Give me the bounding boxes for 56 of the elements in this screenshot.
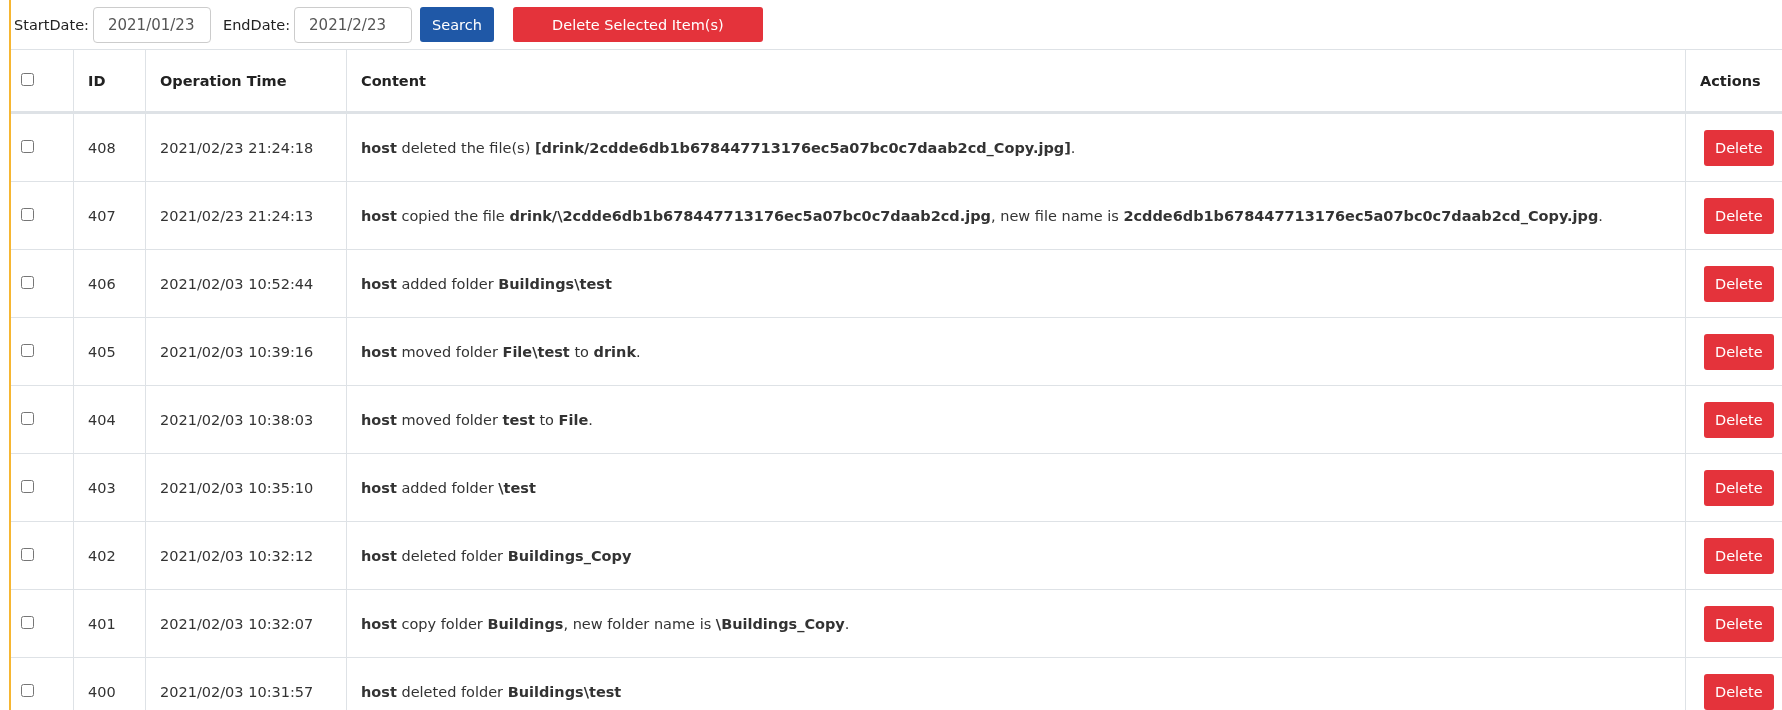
id-cell: 407 [88,207,116,224]
row-checkbox[interactable] [21,343,34,357]
id-cell: 402 [88,547,116,564]
row-checkbox[interactable] [21,479,34,493]
column-header: Operation Time [160,72,287,89]
content-cell: host added folder Buildings\test [361,275,612,292]
delete-button[interactable]: Delete [1704,197,1774,234]
select-all-checkbox[interactable] [21,72,34,86]
id-cell: 400 [88,683,116,700]
time-cell: 2021/02/03 10:38:03 [160,411,314,428]
time-cell: 2021/02/03 10:31:57 [160,683,314,700]
column-header: ID [88,72,106,89]
id-cell: 405 [88,343,116,360]
delete-button[interactable]: Delete [1704,605,1774,642]
delete-button[interactable]: Delete [1704,673,1774,710]
content-cell: host deleted folder Buildings_Copy [361,547,632,564]
id-cell: 408 [88,139,116,156]
row-checkbox[interactable] [21,547,34,561]
row-checkbox[interactable] [21,275,34,289]
id-cell: 403 [88,479,116,496]
content-cell: host added folder \test [361,479,536,496]
content-cell: host moved folder test to File. [361,411,593,428]
content-cell: host deleted the file(s) [drink/2cdde6db1b678447713176ec5a07bc0c7daab2cd_Copy.jpg]. [361,139,1076,156]
time-cell: 2021/02/23 21:24:13 [160,207,314,224]
time-cell: 2021/02/03 10:32:12 [160,547,314,564]
row-checkbox[interactable] [21,683,34,697]
content-cell: host deleted folder Buildings\test [361,683,622,700]
id-cell: 404 [88,411,116,428]
delete-button[interactable]: Delete [1704,333,1774,370]
delete-button[interactable]: Delete [1704,129,1774,166]
row-checkbox[interactable] [21,615,34,629]
content-cell: host moved folder File\test to drink. [361,343,641,360]
delete-button[interactable]: Delete [1704,401,1774,438]
content-cell: host copied the file drink/\2cdde6db1b678447713176ec5a07bc0c7daab2cd.jpg, new file name is 2cdde6db1b678447713176ec5a07bc0c7daab2cd_Copy.jpg. [361,207,1603,224]
delete-selected-button[interactable]: Delete Selected Item(s) [512,7,763,42]
column-header: Actions [1700,72,1761,89]
id-cell: 401 [88,615,116,632]
delete-button[interactable]: Delete [1704,537,1774,574]
time-cell: 2021/02/03 10:52:44 [160,275,314,292]
column-header: Content [361,72,426,89]
time-cell: 2021/02/23 21:24:18 [160,139,314,156]
start-date-field[interactable]: 2021/01/23 [92,6,211,43]
end-date-field[interactable]: 2021/2/23 [294,6,413,43]
delete-button[interactable]: Delete [1704,469,1774,506]
time-cell: 2021/02/03 10:32:07 [160,615,314,632]
start-date-label: StartDate: [14,16,89,33]
time-cell: 2021/02/03 10:35:10 [160,479,314,496]
time-cell: 2021/02/03 10:39:16 [160,343,314,360]
row-checkbox[interactable] [21,411,34,425]
row-checkbox[interactable] [21,139,34,153]
end-date-label: EndDate: [222,16,291,33]
row-checkbox[interactable] [21,207,34,221]
content-cell: host copy folder Buildings, new folder name is \Buildings_Copy. [361,615,850,632]
id-cell: 406 [88,275,116,292]
search-button[interactable]: Search [420,7,494,42]
delete-button[interactable]: Delete [1704,265,1774,302]
